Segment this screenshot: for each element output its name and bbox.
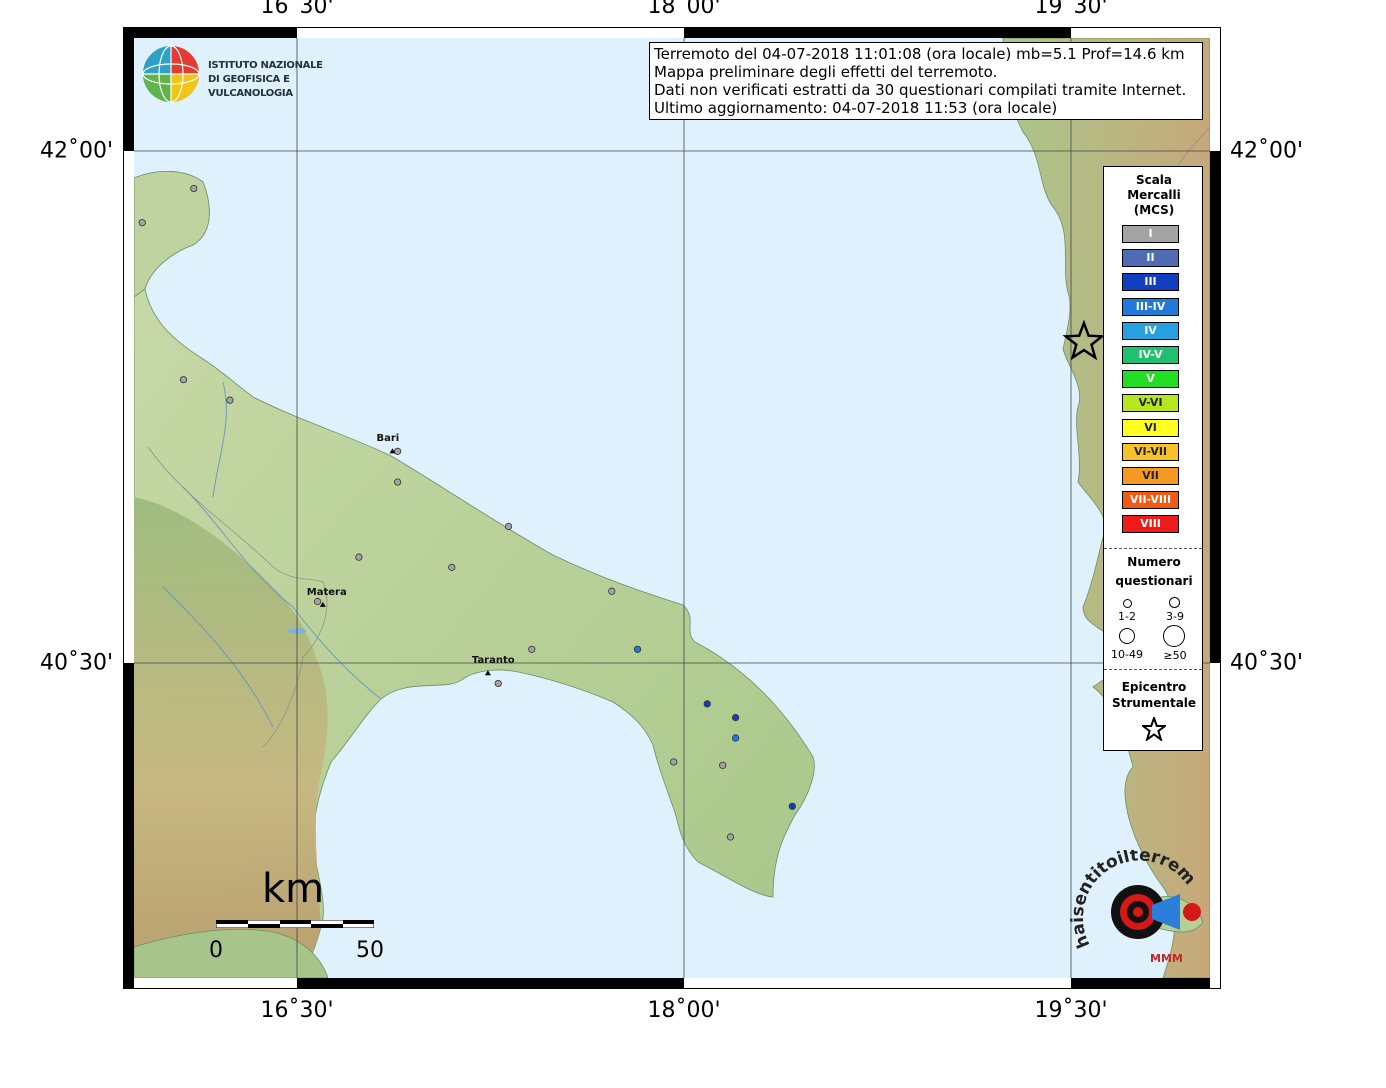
count-label-1: 1-2 xyxy=(1118,610,1136,623)
longitude-label-bottom: 19˚30' xyxy=(1034,998,1108,1023)
observation-point[interactable] xyxy=(394,447,402,455)
observation-point[interactable] xyxy=(528,645,536,653)
observation-point[interactable] xyxy=(494,679,502,688)
count-circle-xlarge xyxy=(1163,625,1185,647)
legend-separator xyxy=(1104,669,1202,670)
observation-point[interactable] xyxy=(731,734,740,742)
legend-title: Scala Mercalli (MCS) xyxy=(1104,173,1204,218)
event-info-line2: Mappa preliminare degli effetti del terr… xyxy=(654,63,998,81)
city-label: Bari xyxy=(376,433,400,445)
latitude-label-left: 40˚30' xyxy=(39,650,113,676)
legend-swatch-iv-v: IV-V xyxy=(1122,346,1179,364)
scale-bar xyxy=(216,920,374,928)
legend-swatch-ii: II xyxy=(1122,249,1179,268)
count-circle-large xyxy=(1119,628,1135,644)
legend-swatch-v: V xyxy=(1122,370,1179,389)
count-label-4: ≥50 xyxy=(1163,649,1187,662)
observation-point[interactable] xyxy=(719,761,727,769)
legend-title-line3: (MCS) xyxy=(1133,203,1175,217)
observation-point[interactable] xyxy=(731,713,740,722)
observation-point[interactable] xyxy=(226,396,234,404)
observation-point[interactable] xyxy=(788,802,796,810)
observation-point[interactable] xyxy=(179,376,188,384)
latitude-label-right: 40˚30' xyxy=(1230,650,1304,676)
observation-point[interactable] xyxy=(448,563,456,571)
observation-point[interactable] xyxy=(504,522,513,531)
legend-swatch-iii-iv: III-IV xyxy=(1122,297,1179,316)
legend-epicenter-title: Epicentro Strumentale xyxy=(1104,679,1204,711)
legend-separator xyxy=(1104,548,1202,549)
observation-point[interactable] xyxy=(394,478,402,486)
count-circle-medium xyxy=(1169,597,1180,608)
observation-point[interactable] xyxy=(138,219,146,227)
observation-point[interactable] xyxy=(190,184,198,193)
legend-swatch-iv: IV xyxy=(1122,321,1179,340)
legend-count-title: Numero questionari xyxy=(1104,553,1204,591)
ingv-name: ISTITUTO NAZIONALE DI GEOFISICA E VULCAN… xyxy=(208,59,361,101)
observation-point[interactable] xyxy=(608,587,616,595)
legend-swatch-v-vi: V-VI xyxy=(1122,394,1179,413)
observation-point[interactable] xyxy=(726,833,735,841)
event-info-box: Terremoto del 04-07-2018 11:01:08 (ora l… xyxy=(649,42,1203,120)
haisentito-logo[interactable]: haisentitoilterremoto.it MMM xyxy=(1060,850,1210,975)
scale-start-label: 0 xyxy=(209,938,223,963)
legend-swatch-vii: VII xyxy=(1122,467,1179,485)
longitude-label-top: 16˚30' xyxy=(260,0,334,19)
count-label-2: 3-9 xyxy=(1166,610,1184,623)
longitude-label-bottom: 16˚30' xyxy=(260,998,334,1023)
legend-swatch-i: I xyxy=(1122,225,1179,243)
haisentito-sub: MMM xyxy=(1150,952,1183,965)
globe-icon xyxy=(142,45,200,103)
map-canvas[interactable] xyxy=(123,27,1221,989)
ingv-name-line1: ISTITUTO NAZIONALE xyxy=(208,60,323,71)
event-info-line1: Terremoto del 04-07-2018 11:01:08 (ora l… xyxy=(654,45,1185,63)
legend-swatch-vi: VI xyxy=(1122,418,1179,437)
observation-point[interactable] xyxy=(633,645,642,653)
observation-point[interactable] xyxy=(355,553,363,561)
city-label: Taranto xyxy=(471,655,515,667)
ingv-name-line2: DI GEOFISICA E VULCANOLOGIA xyxy=(208,74,293,99)
star-icon xyxy=(1142,717,1166,741)
scale-end-label: 50 xyxy=(356,938,384,963)
event-info-line4: Ultimo aggiornamento: 04-07-2018 11:53 (… xyxy=(654,99,1058,117)
legend-swatch-iii: III xyxy=(1122,273,1179,292)
observation-point[interactable] xyxy=(314,597,322,606)
count-circle-small xyxy=(1123,599,1132,608)
legend-swatch-vii-viii: VII-VIII xyxy=(1122,491,1179,510)
legend-swatch-viii: VIII xyxy=(1122,515,1179,534)
legend-epicenter-line1: Epicentro xyxy=(1121,680,1187,694)
map-frame xyxy=(123,27,1221,989)
count-label-3: 10-49 xyxy=(1111,648,1143,661)
legend-count-title-line2: questionari xyxy=(1115,574,1193,588)
legend-swatch-vi-vii: VI-VII xyxy=(1122,442,1179,461)
event-info-line3: Dati non verificati estratti da 30 quest… xyxy=(654,81,1187,99)
scale-unit: km xyxy=(262,866,325,912)
longitude-label-top: 18˚00' xyxy=(647,0,721,19)
legend-title-line1: Scala xyxy=(1135,173,1173,187)
legend-epicenter-line2: Strumentale xyxy=(1111,696,1197,710)
latitude-label-right: 42˚00' xyxy=(1230,138,1304,164)
latitude-label-left: 42˚00' xyxy=(39,138,113,164)
observation-point[interactable] xyxy=(670,758,678,766)
longitude-label-top: 19˚30' xyxy=(1034,0,1108,19)
legend-title-line2: Mercalli xyxy=(1127,188,1181,202)
longitude-label-bottom: 18˚00' xyxy=(647,998,721,1023)
ingv-logo[interactable]: ISTITUTO NAZIONALE DI GEOFISICA E VULCAN… xyxy=(141,44,361,104)
observation-point[interactable] xyxy=(703,700,711,708)
city-label: Matera xyxy=(306,586,347,598)
legend-panel: Scala Mercalli (MCS) I II III III-IV IV IV-V V… xyxy=(1103,166,1203,751)
legend-count-title-line1: Numero xyxy=(1127,555,1181,569)
